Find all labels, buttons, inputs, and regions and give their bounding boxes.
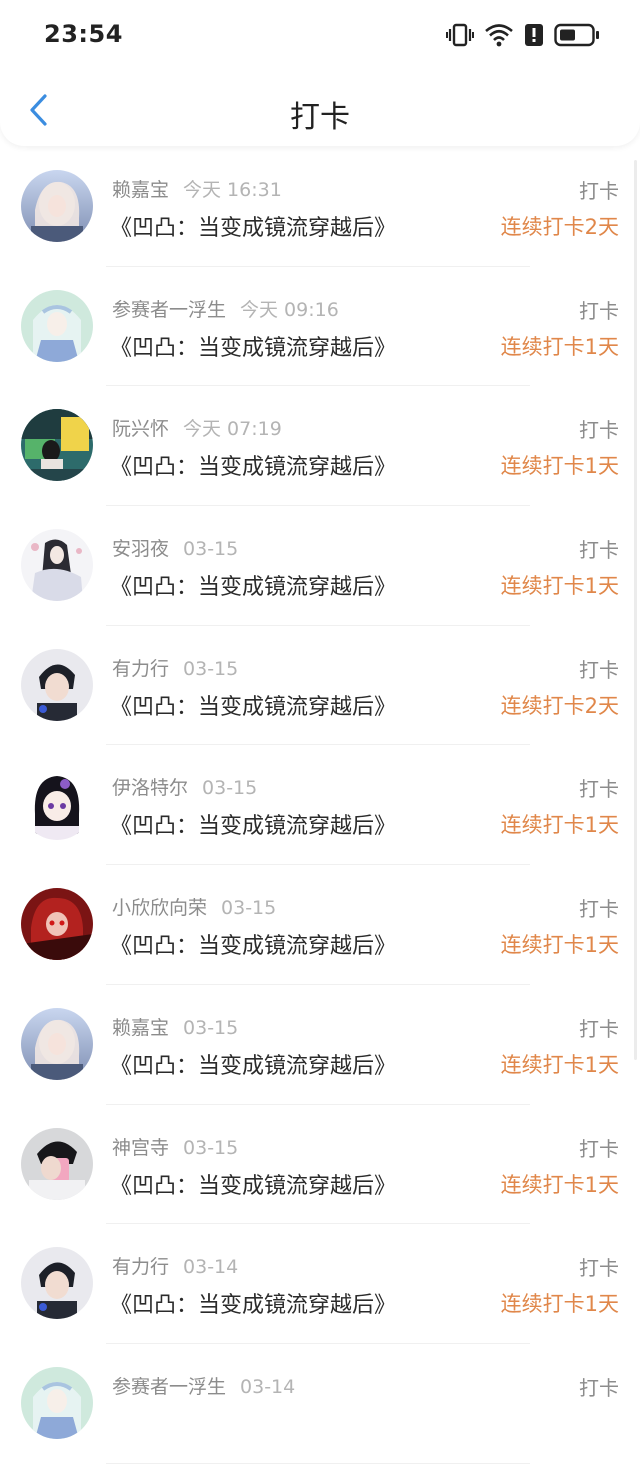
checkin-time: 03-15 <box>221 897 277 920</box>
user-line: 阮兴怀 今天 07:19 <box>112 414 282 441</box>
status-bar: 23:54 <box>0 0 640 72</box>
book-title[interactable]: 《凹凸：当变成镜流穿越后》 <box>110 1048 396 1080</box>
user-name[interactable]: 小欣欣向荣 <box>112 897 207 919</box>
user-line: 神宫寺 03-15 <box>112 1133 238 1160</box>
avatar[interactable] <box>21 529 93 602</box>
avatar[interactable] <box>21 409 93 482</box>
user-name[interactable]: 阮兴怀 <box>112 418 169 440</box>
streak-label: 连续打卡1天 <box>500 334 619 359</box>
checkin-time: 今天 07:19 <box>183 418 282 441</box>
wifi-icon <box>485 24 513 47</box>
alert-icon <box>525 24 543 46</box>
list-item[interactable]: 参赛者一浮生 03-14 打卡 <box>0 1344 640 1464</box>
divider <box>106 1462 530 1464</box>
user-line: 有力行 03-15 <box>112 654 238 681</box>
list-item[interactable]: 伊洛特尔 03-15 《凹凸：当变成镜流穿越后》 打卡 连续打卡1天 <box>0 745 640 866</box>
checkin-time: 03-15 <box>202 777 258 800</box>
user-name[interactable]: 伊洛特尔 <box>112 777 188 799</box>
book-title[interactable]: 《凹凸：当变成镜流穿越后》 <box>110 808 396 840</box>
checkin-time: 03-15 <box>183 1016 239 1039</box>
book-title[interactable]: 《凹凸：当变成镜流穿越后》 <box>110 569 396 601</box>
checkin-time: 03-15 <box>183 538 239 561</box>
list-item[interactable]: 小欣欣向荣 03-15 《凹凸：当变成镜流穿越后》 打卡 连续打卡1天 <box>0 865 640 985</box>
avatar[interactable] <box>21 768 93 841</box>
user-line: 赖嘉宝 今天 16:31 <box>112 175 282 202</box>
checkin-tag: 打卡 <box>579 298 619 323</box>
checkin-tag: 打卡 <box>579 418 619 443</box>
status-time: 23:54 <box>44 20 123 48</box>
book-title[interactable]: 《凹凸：当变成镜流穿越后》 <box>110 449 396 481</box>
checkin-time: 03-15 <box>183 657 239 680</box>
list-item[interactable]: 赖嘉宝 03-15 《凹凸：当变成镜流穿越后》 打卡 连续打卡1天 <box>0 985 640 1105</box>
checkin-time: 03-14 <box>183 1256 239 1279</box>
checkin-tag: 打卡 <box>579 777 619 802</box>
checkin-tag: 打卡 <box>579 897 619 922</box>
book-title[interactable]: 《凹凸：当变成镜流穿越后》 <box>110 330 396 362</box>
avatar[interactable] <box>21 648 93 721</box>
status-icons <box>446 20 600 50</box>
book-title[interactable]: 《凹凸：当变成镜流穿越后》 <box>110 210 396 242</box>
user-line: 有力行 03-14 <box>112 1252 238 1279</box>
checkin-time: 今天 09:16 <box>240 298 339 321</box>
user-line: 小欣欣向荣 03-15 <box>112 893 276 920</box>
book-title[interactable]: 《凹凸：当变成镜流穿越后》 <box>110 1168 396 1200</box>
streak-label: 连续打卡1天 <box>500 1172 619 1197</box>
user-name[interactable]: 有力行 <box>112 658 169 680</box>
book-title[interactable]: 《凹凸：当变成镜流穿越后》 <box>110 928 396 960</box>
streak-label: 连续打卡1天 <box>500 813 619 838</box>
checkin-tag: 打卡 <box>579 179 619 203</box>
avatar[interactable] <box>21 1247 93 1320</box>
streak-label: 连续打卡1天 <box>500 1292 619 1317</box>
streak-label: 连续打卡1天 <box>500 933 619 958</box>
checkin-time: 03-15 <box>183 1136 239 1159</box>
avatar[interactable] <box>21 888 93 961</box>
user-name[interactable]: 赖嘉宝 <box>112 1017 169 1039</box>
streak-label: 连续打卡1天 <box>500 1052 619 1077</box>
checkin-tag: 打卡 <box>579 1256 619 1281</box>
user-name[interactable]: 参赛者一浮生 <box>112 299 226 321</box>
list-item[interactable]: 有力行 03-15 《凹凸：当变成镜流穿越后》 打卡 连续打卡2天 <box>0 626 640 746</box>
user-line: 赖嘉宝 03-15 <box>112 1013 238 1040</box>
checkin-time: 今天 16:31 <box>183 179 282 201</box>
checkin-tag: 打卡 <box>579 1375 619 1400</box>
book-title[interactable]: 《凹凸：当变成镜流穿越后》 <box>110 1287 396 1319</box>
book-title[interactable]: 《凹凸：当变成镜流穿越后》 <box>110 689 396 721</box>
user-name[interactable]: 神宫寺 <box>112 1137 169 1159</box>
streak-label: 连续打卡1天 <box>500 574 619 599</box>
user-line: 参赛者一浮生 03-14 <box>112 1372 295 1399</box>
checkin-list: 赖嘉宝 今天 16:31 《凹凸：当变成镜流穿越后》 打卡 连续打卡2天 参赛者一… <box>0 147 640 1464</box>
avatar[interactable] <box>21 170 93 242</box>
scrollbar[interactable] <box>634 160 637 1060</box>
list-item[interactable]: 神宫寺 03-15 《凹凸：当变成镜流穿越后》 打卡 连续打卡1天 <box>0 1105 640 1225</box>
list-item[interactable]: 安羽夜 03-15 《凹凸：当变成镜流穿越后》 打卡 连续打卡1天 <box>0 506 640 626</box>
streak-label: 连续打卡1天 <box>500 454 619 479</box>
checkin-tag: 打卡 <box>579 657 619 682</box>
avatar[interactable] <box>21 1127 93 1200</box>
checkin-tag: 打卡 <box>579 538 619 563</box>
user-line: 安羽夜 03-15 <box>112 534 238 561</box>
user-name[interactable]: 赖嘉宝 <box>112 179 169 201</box>
list-item[interactable]: 参赛者一浮生 今天 09:16 《凹凸：当变成镜流穿越后》 打卡 连续打卡1天 <box>0 267 640 387</box>
user-line: 伊洛特尔 03-15 <box>112 773 257 800</box>
user-name[interactable]: 安羽夜 <box>112 538 169 560</box>
top-bar: 23:54 打卡 <box>0 0 640 146</box>
streak-label: 连续打卡2天 <box>500 215 619 239</box>
avatar[interactable] <box>21 1366 93 1439</box>
user-line: 参赛者一浮生 今天 09:16 <box>112 295 339 322</box>
battery-icon <box>554 23 599 47</box>
list-item[interactable]: 阮兴怀 今天 07:19 《凹凸：当变成镜流穿越后》 打卡 连续打卡1天 <box>0 386 640 507</box>
checkin-tag: 打卡 <box>579 1136 619 1161</box>
checkin-tag: 打卡 <box>579 1016 619 1041</box>
streak-label: 连续打卡2天 <box>500 693 619 718</box>
avatar[interactable] <box>21 1007 93 1080</box>
page-title: 打卡 <box>290 100 350 135</box>
user-name[interactable]: 有力行 <box>112 1256 169 1278</box>
list-item[interactable]: 赖嘉宝 今天 16:31 《凹凸：当变成镜流穿越后》 打卡 连续打卡2天 <box>0 147 640 267</box>
vibrate-icon <box>446 23 474 47</box>
list-item[interactable]: 有力行 03-14 《凹凸：当变成镜流穿越后》 打卡 连续打卡1天 <box>0 1224 640 1344</box>
avatar[interactable] <box>21 289 93 362</box>
nav-bar: 打卡 <box>0 74 640 146</box>
